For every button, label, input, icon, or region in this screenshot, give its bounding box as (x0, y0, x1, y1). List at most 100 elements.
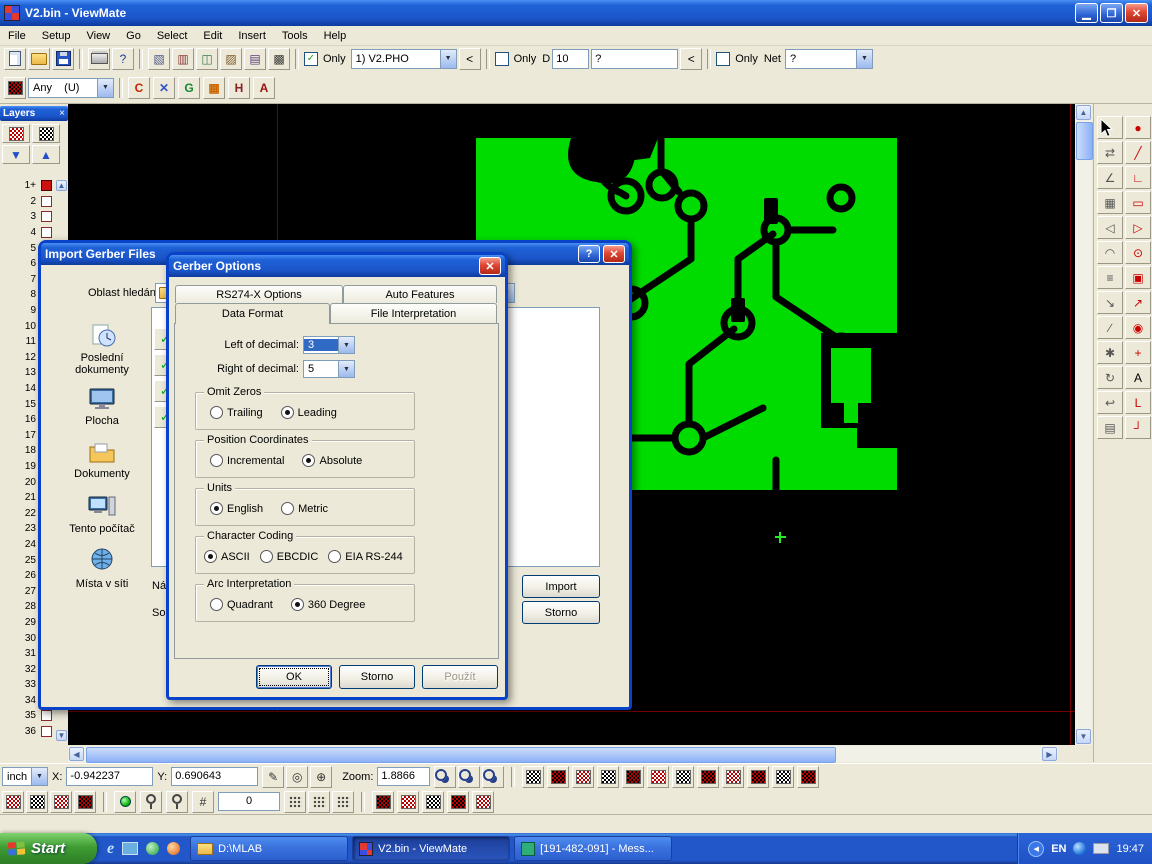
scroll-down-icon[interactable]: ▼ (1076, 729, 1091, 744)
pattern-icon[interactable] (372, 791, 394, 813)
place-network[interactable]: Místa v síti (55, 547, 149, 590)
chevron-down-icon[interactable]: ▼ (856, 50, 872, 68)
select-area-icon[interactable]: ▧ (148, 48, 170, 70)
align-tool-icon[interactable]: ≡ (1097, 266, 1123, 289)
layer-list-scroll-down[interactable]: ▼ (56, 730, 67, 741)
menu-item-edit[interactable]: Edit (195, 28, 230, 44)
move-tool-icon[interactable]: ⇄ (1097, 141, 1123, 164)
tab-data-format[interactable]: Data Format (175, 303, 330, 324)
chevron-down-icon[interactable]: ▼ (338, 361, 354, 377)
radio-quadrant[interactable]: Quadrant (210, 598, 273, 611)
highlight-dcode-icon[interactable]: ▥ (172, 48, 194, 70)
circle-tool-icon[interactable]: ⊙ (1125, 241, 1151, 264)
scale-tool-icon[interactable]: ↘ (1097, 291, 1123, 314)
settings-tool-icon[interactable]: ✱ (1097, 341, 1123, 364)
add-tool-icon[interactable]: + (1125, 341, 1151, 364)
file-combo[interactable]: 1) V2.PHO ▼ (351, 49, 457, 69)
new-file-icon[interactable] (4, 48, 26, 70)
ie-quicklaunch-icon[interactable]: e (107, 840, 114, 858)
menu-item-go[interactable]: Go (118, 28, 149, 44)
pattern-icon[interactable] (697, 766, 719, 788)
probe-icon[interactable] (140, 791, 162, 813)
pattern-icon[interactable] (622, 766, 644, 788)
pattern-icon[interactable] (647, 766, 669, 788)
donut-tool-icon[interactable]: ◉ (1125, 316, 1151, 339)
horizontal-scrollbar[interactable]: ◀ ▶ (68, 746, 1058, 762)
layer-down-icon[interactable]: ▼ (2, 145, 30, 164)
radio-button-icon[interactable] (210, 598, 223, 611)
only-dcode-checkbox[interactable] (495, 52, 509, 66)
center-view-icon[interactable]: ⊕ (310, 766, 332, 788)
pattern-icon[interactable] (447, 791, 469, 813)
prev-dcode-button[interactable]: < (680, 48, 702, 70)
horizontal-scroll-thumb[interactable] (86, 747, 836, 763)
keyboard-tray-icon[interactable] (1093, 843, 1109, 854)
undo-tool-icon[interactable]: ↩ (1097, 391, 1123, 414)
rotate-tool-icon[interactable]: ↻ (1097, 366, 1123, 389)
vertical-scroll-thumb[interactable] (1076, 122, 1093, 160)
chevron-down-icon[interactable]: ▼ (31, 768, 47, 785)
tile-icon[interactable] (50, 791, 72, 813)
tile-icon[interactable] (2, 791, 24, 813)
tile-icon[interactable] (74, 791, 96, 813)
gerber-g-icon[interactable]: G (178, 77, 200, 99)
pattern-icon[interactable] (672, 766, 694, 788)
zoom-in-icon[interactable] (434, 766, 456, 788)
chamfer-tool-icon[interactable]: ∠ (1097, 166, 1123, 189)
radio-english[interactable]: English (210, 502, 263, 515)
frame-tool-icon[interactable]: ▣ (1125, 266, 1151, 289)
radio-button-icon[interactable] (210, 406, 223, 419)
aperture-h-icon[interactable]: H (228, 77, 250, 99)
layer-row[interactable]: 3 (2, 209, 58, 225)
pattern-icon[interactable] (547, 766, 569, 788)
radio-metric[interactable]: Metric (281, 502, 328, 515)
measure-draw-icon[interactable]: ✎ (262, 766, 284, 788)
close-icon[interactable]: ✕ (479, 257, 501, 275)
layers-panel-titlebar[interactable]: Layers × (0, 106, 68, 121)
mark-icon[interactable]: ▩ (268, 48, 290, 70)
open-file-icon[interactable] (28, 48, 50, 70)
layer-color-swatch[interactable] (41, 227, 52, 238)
close-button[interactable]: ✕ (1125, 3, 1148, 23)
layer-color-swatch[interactable] (41, 196, 52, 207)
pad-flash-icon[interactable]: ● (1125, 116, 1151, 139)
scroll-up-icon[interactable]: ▲ (1076, 105, 1091, 120)
layer-up-icon[interactable]: ▲ (32, 145, 60, 164)
origin-icon[interactable]: ◎ (286, 766, 308, 788)
dot-grid-icon[interactable] (308, 791, 330, 813)
vertical-scrollbar[interactable]: ▲ ▼ (1075, 104, 1092, 745)
pattern-icon[interactable] (572, 766, 594, 788)
dimension-tool-icon[interactable]: L (1125, 391, 1151, 414)
tab-rs274x-options[interactable]: RS274-X Options (175, 285, 343, 303)
radio-button-icon[interactable] (302, 454, 315, 467)
menu-item-select[interactable]: Select (149, 28, 196, 44)
layer-color-swatch[interactable] (41, 211, 52, 222)
pattern-icon[interactable] (747, 766, 769, 788)
layer-row[interactable]: 2 (2, 194, 58, 210)
units-combo[interactable]: inch ▼ (2, 767, 48, 786)
menu-item-view[interactable]: View (78, 28, 118, 44)
radio-button-icon[interactable] (281, 406, 294, 419)
scroll-left-icon[interactable]: ◀ (69, 747, 84, 761)
close-icon[interactable]: ✕ (603, 245, 625, 263)
radio-360-degree[interactable]: 360 Degree (291, 598, 366, 611)
radio-button-icon[interactable] (210, 454, 223, 467)
layer-color-swatch[interactable] (41, 726, 52, 737)
tray-collapse-icon[interactable]: ◀ (1028, 841, 1044, 857)
zoom-window-icon[interactable] (482, 766, 504, 788)
import-button[interactable]: Import (522, 575, 600, 598)
layer-tool-icon[interactable]: ▤ (1097, 416, 1123, 439)
pattern-icon[interactable] (797, 766, 819, 788)
rect-tool-icon[interactable]: ▭ (1125, 191, 1151, 214)
save-icon[interactable] (52, 48, 74, 70)
layer-color-swatch[interactable] (41, 180, 52, 191)
radio-leading[interactable]: Leading (281, 406, 337, 419)
only-net-checkbox[interactable] (716, 52, 730, 66)
dot-grid-icon[interactable] (284, 791, 306, 813)
zoom-out-icon[interactable] (458, 766, 480, 788)
bracket-tool-icon[interactable]: ┘ (1125, 416, 1151, 439)
query-item-icon[interactable]: ▨ (220, 48, 242, 70)
radio-absolute[interactable]: Absolute (302, 454, 362, 467)
net-combo[interactable]: ? ▼ (785, 49, 873, 69)
grid-icon[interactable]: ▦ (203, 77, 225, 99)
